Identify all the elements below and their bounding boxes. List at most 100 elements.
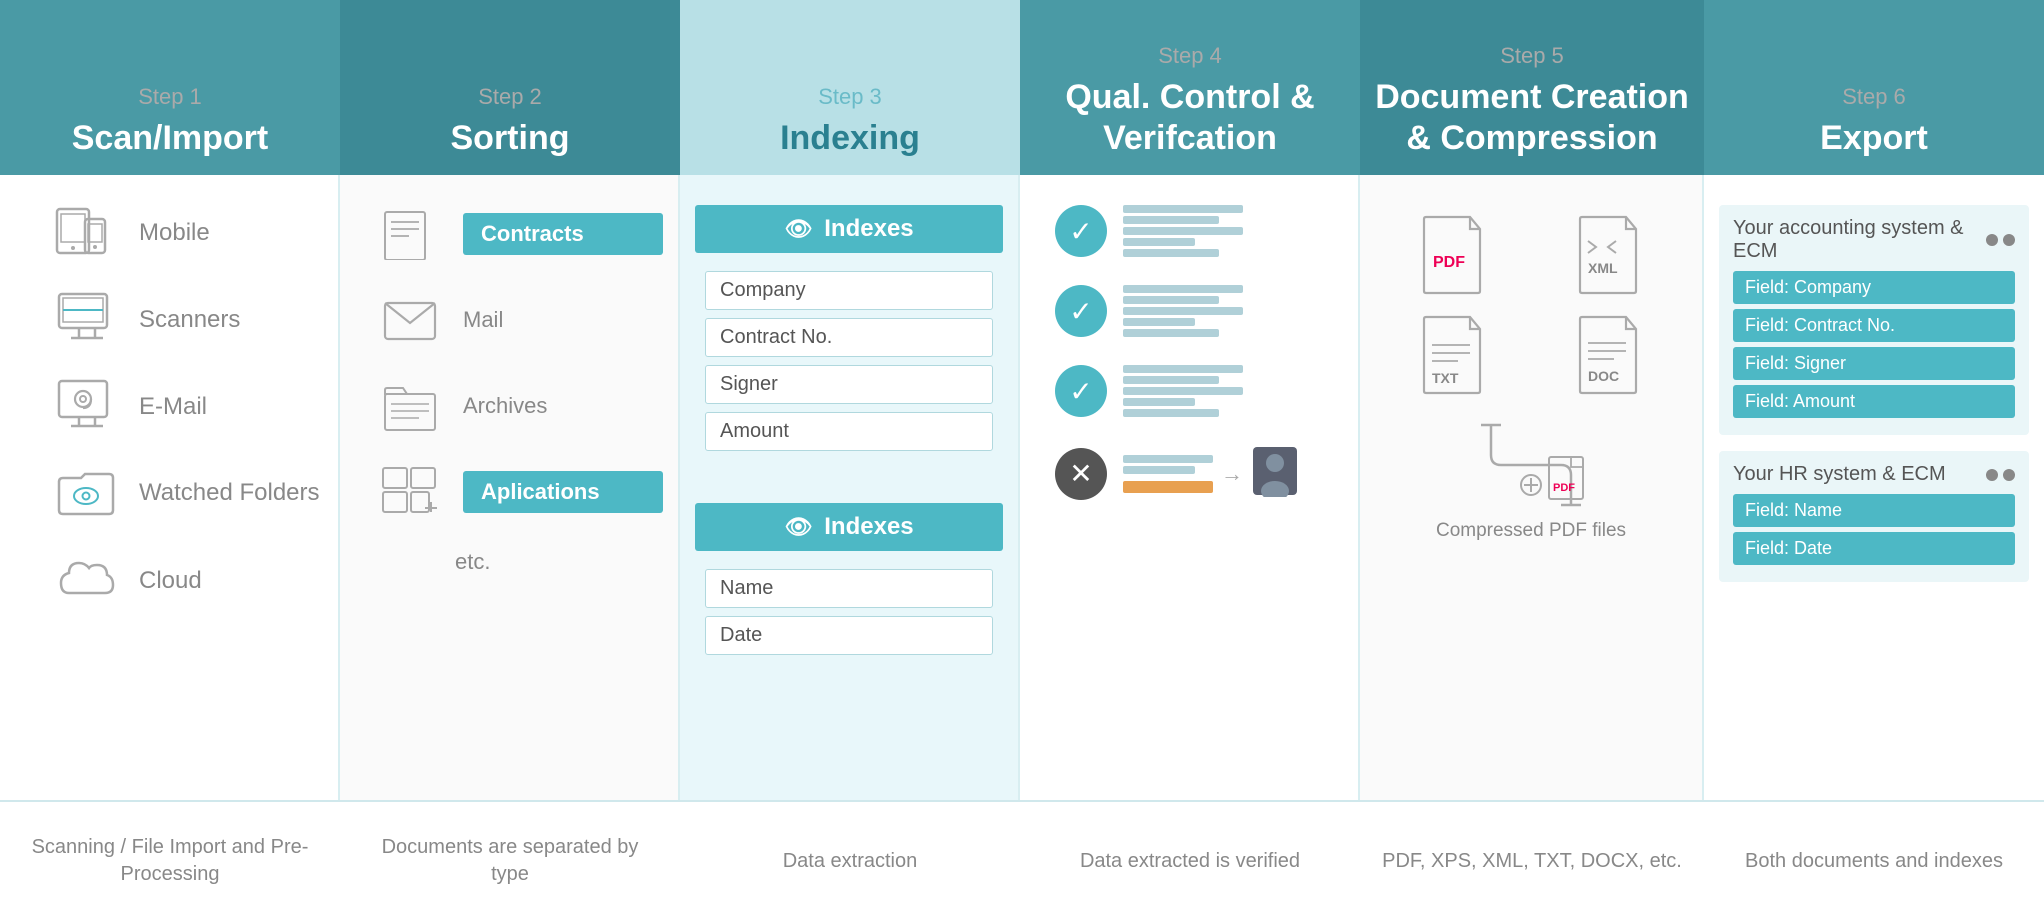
person-icon (1251, 445, 1299, 502)
field-name: Name (705, 569, 993, 608)
xml-icon: XML (1541, 215, 1677, 295)
qc-item-1: ✓ (1055, 205, 1243, 257)
watched-folders-label: Watched Folders (139, 479, 320, 508)
sort-item-mail: Mail (375, 291, 663, 349)
step1-label: Step 1 (138, 84, 202, 110)
export-field-amount: Field: Amount (1733, 385, 2015, 418)
sort-item-contracts: Contracts (375, 205, 663, 263)
check-icon-2: ✓ (1055, 285, 1107, 337)
step2-footer-text: Documents are separated by type (360, 834, 660, 888)
applications-doc-icon (375, 463, 445, 521)
svg-text:TXT: TXT (1432, 370, 1459, 386)
sort-item-archives: Archives (375, 377, 663, 435)
compress-section: PDF Compressed PDF files (1436, 415, 1626, 542)
scan-item-scanners: Scanners (55, 292, 323, 347)
indexes-bar-1: 👁 Indexes (695, 205, 1003, 253)
check-icon-3: ✓ (1055, 365, 1107, 417)
step5-footer: PDF, XPS, XML, TXT, DOCX, etc. (1360, 802, 1704, 920)
step4-title: Qual. Control & Verifcation (1020, 77, 1360, 159)
step1-header: Step 1 Scan/Import (0, 0, 340, 175)
accounting-system-label: Your accounting system & ECM (1733, 217, 1986, 263)
hr-system: Your HR system & ECM (1733, 463, 2015, 486)
txt-icon: TXT (1385, 315, 1521, 395)
step3-footer-text: Data extraction (783, 848, 918, 875)
export-section: Your accounting system & ECM Field: Comp… (1719, 205, 2029, 588)
sort-items: Contracts Mail (355, 205, 663, 575)
step3-footer: Data extraction (680, 802, 1020, 920)
main-container: Step 1 Scan/Import Step 2 Sorting Step 3… (0, 0, 2044, 920)
field-company: Company (705, 271, 993, 310)
doc-preview-2 (1123, 285, 1243, 337)
scanners-label: Scanners (139, 306, 240, 334)
scan-items: Mobile (15, 205, 323, 608)
step6-footer-text: Both documents and indexes (1745, 848, 2003, 875)
svg-text:PDF: PDF (1553, 482, 1575, 494)
scan-item-mobile: Mobile (55, 205, 323, 260)
arrow-to-person: → (1221, 461, 1243, 487)
export-group-accounting: Your accounting system & ECM Field: Comp… (1719, 205, 2029, 435)
qc-item-3: ✓ (1055, 365, 1243, 417)
indexes-label-1: Indexes (824, 215, 913, 243)
cloud-label: Cloud (139, 567, 202, 595)
export-field-date: Field: Date (1733, 532, 2015, 565)
footer-row: Scanning / File Import and Pre-Processin… (0, 800, 2044, 920)
etc-label: etc. (455, 549, 490, 575)
step6-header: Step 6 Export (1704, 0, 2044, 175)
svg-text:XML: XML (1588, 260, 1618, 276)
doc-preview-1 (1123, 205, 1243, 257)
applications-label: Aplications (481, 479, 600, 505)
content-row: Mobile (0, 175, 2044, 800)
step3-content: 👁 Indexes Company Contract No. Signer Am… (680, 175, 1020, 800)
indexes-bar-2: 👁 Indexes (695, 503, 1003, 551)
step6-footer: Both documents and indexes (1704, 802, 2044, 920)
hr-system-label: Your HR system & ECM (1733, 463, 1946, 486)
step2-footer: Documents are separated by type (340, 802, 680, 920)
doc-preview-bad (1123, 455, 1213, 493)
eye-icon-1: 👁 (784, 216, 812, 242)
accounting-system: Your accounting system & ECM (1733, 217, 2015, 263)
scan-item-cloud: Cloud (55, 553, 323, 608)
doc-icon: DOC (1541, 315, 1677, 395)
export-field-name: Field: Name (1733, 494, 2015, 527)
index-fields-1: Company Contract No. Signer Amount (695, 263, 1003, 459)
step3-label: Step 3 (818, 84, 882, 110)
mobile-label: Mobile (139, 219, 210, 247)
step4-footer-text: Data extracted is verified (1080, 848, 1300, 875)
step5-content: PDF XML (1360, 175, 1704, 800)
scanner-icon (55, 292, 119, 347)
hr-dots (1986, 469, 2015, 481)
email-icon (55, 379, 119, 434)
contracts-doc-icon (375, 205, 445, 263)
field-date: Date (705, 616, 993, 655)
eye-icon-2: 👁 (784, 514, 812, 540)
export-field-company: Field: Company (1733, 271, 2015, 304)
qc-item-cross: ✕ → (1055, 445, 1299, 502)
field-signer: Signer (705, 365, 993, 404)
step4-footer: Data extracted is verified (1020, 802, 1360, 920)
step3-title: Indexing (780, 118, 920, 159)
step4-content: ✓ ✓ (1020, 175, 1360, 800)
step5-title: Document Creation & Compression (1360, 77, 1704, 159)
contracts-label: Contracts (481, 221, 584, 247)
index-fields-2: Name Date (695, 561, 1003, 663)
step1-footer: Scanning / File Import and Pre-Processin… (0, 802, 340, 920)
check-icon-1: ✓ (1055, 205, 1107, 257)
step2-header: Step 2 Sorting (340, 0, 680, 175)
svg-text:PDF: PDF (1433, 254, 1465, 271)
step3-header: Step 3 Indexing (680, 0, 1020, 175)
qc-items: ✓ ✓ (1035, 205, 1343, 502)
field-contract-no: Contract No. (705, 318, 993, 357)
scan-item-email: E-Mail (55, 379, 323, 434)
mail-icon (375, 291, 445, 349)
export-field-contract-no: Field: Contract No. (1733, 309, 2015, 342)
step1-content: Mobile (0, 175, 340, 800)
email-label: E-Mail (139, 393, 207, 421)
step6-label: Step 6 (1842, 84, 1906, 110)
step5-footer-text: PDF, XPS, XML, TXT, DOCX, etc. (1382, 848, 1682, 875)
cross-icon: ✕ (1055, 448, 1107, 500)
mobile-icon (55, 205, 119, 260)
cloud-icon (55, 553, 119, 608)
archives-label: Archives (463, 393, 547, 419)
watched-folders-icon (55, 466, 119, 521)
step4-label: Step 4 (1158, 43, 1222, 69)
